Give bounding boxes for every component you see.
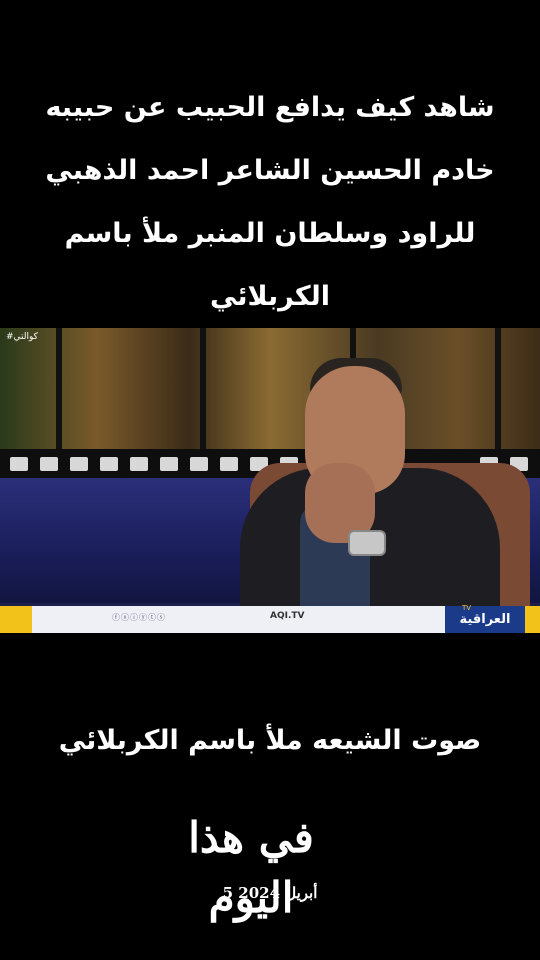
title-art: في هذا اليوم [188, 813, 314, 922]
social-icons: ⓕⓧⓘⓨⓣⓢ [112, 613, 166, 622]
caption-line-4: الكربلائي [210, 281, 330, 312]
channel-url: AQI.TV [270, 611, 305, 621]
ticker-end-cap [525, 606, 540, 633]
film-divider [56, 328, 62, 449]
channel-logo-badge: TV [462, 604, 472, 612]
video-hashtag: #كوالتي [6, 332, 38, 342]
film-divider [200, 328, 206, 449]
ticker-bar [32, 606, 445, 633]
video-frame[interactable]: #كوالتي ⓕⓧⓘⓨⓣⓢ AQI.TV العراقية TV [0, 328, 540, 633]
caption-line-1: شاهد كيف يدافع الحبيب عن حبيبه [45, 92, 495, 123]
caption-line-3: للراود وسلطان المنبر ملأ باسم [64, 218, 476, 249]
film-divider [495, 328, 501, 449]
news-ticker: ⓕⓧⓘⓨⓣⓢ AQI.TV العراقية TV [0, 604, 540, 633]
bottom-caption: صوت الشيعه ملأ باسم الكربلائي [58, 725, 482, 756]
wristwatch [348, 530, 386, 556]
date-label: 5 أبريل 2024 [222, 884, 318, 902]
caption-line-2: خادم الحسين الشاعر احمد الذهبي [45, 155, 495, 186]
channel-logo: العراقية [445, 606, 525, 633]
